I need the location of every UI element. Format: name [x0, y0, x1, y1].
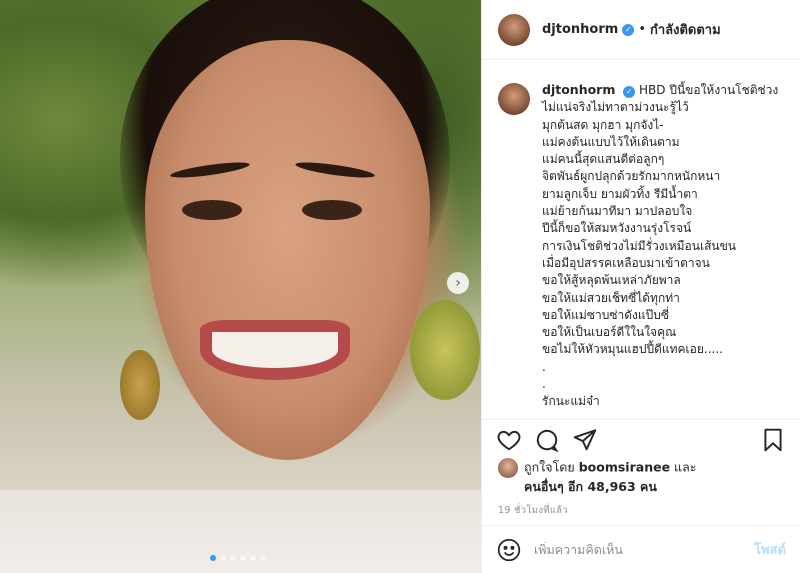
- caption-line: ปีนี้ก็ขอให้สมหวังงานรุ่งโรจน์: [542, 221, 692, 236]
- post-header: djtonhorm ✓ • กำลังติดตาม: [482, 0, 800, 60]
- action-bar: [482, 419, 800, 459]
- verified-badge-icon: ✓: [622, 23, 635, 36]
- caption-author-username[interactable]: djtonhorm: [542, 82, 615, 97]
- caption-line: .: [542, 359, 546, 374]
- post-side-panel: djtonhorm ✓ • กำลังติดตาม djtonhorm ✓ HB…: [481, 0, 800, 573]
- emoji-icon[interactable]: [496, 537, 522, 563]
- caption-line: .: [542, 377, 546, 392]
- header-separator: •: [638, 22, 646, 37]
- carousel-dot: [230, 555, 236, 561]
- likes-others-link[interactable]: คนอื่นๆ อีก 48,963 คน: [498, 478, 788, 495]
- caption-line: มุกต้นสด มุกฮา มุกจังไ-: [542, 117, 664, 132]
- caption-line: เมื่อมีอุปสรรคเหลือบมาเข้าตาจน: [542, 255, 710, 270]
- photo-face: [145, 40, 430, 460]
- caption-line: ขอให้เป็นเบอร์ดีใในใจคุณ: [542, 325, 677, 340]
- photo-earring-left: [120, 350, 160, 420]
- author-username[interactable]: djtonhorm: [542, 22, 618, 37]
- heart-icon[interactable]: [496, 427, 522, 453]
- photo-eye-right: [302, 200, 362, 220]
- carousel-dot: [240, 555, 246, 561]
- caption-line: ขอให้แม่ซาบซ่าดังแป๊บซี่: [542, 307, 669, 322]
- caption-area: djtonhorm ✓ HBD ปีนี้ขอให้งานโชติช่วง ไม…: [482, 61, 800, 418]
- comment-box: โพสต์: [482, 525, 800, 573]
- comment-input[interactable]: [534, 542, 755, 557]
- likes-prefix: ถูกใจโดย: [524, 459, 575, 475]
- caption-text: djtonhorm ✓ HBD ปีนี้ขอให้งานโชติช่วง ไม…: [542, 81, 778, 418]
- photo-earring-right: [410, 300, 480, 400]
- bookmark-icon[interactable]: [760, 427, 786, 453]
- caption-line: ยามลูกเจ็บ ยามผัวทิ้ง รีมีน้ำตา: [542, 186, 698, 201]
- caption-line: จิตพันธ์ผูกปลุกด้วยรักมากหนักหนา: [542, 169, 721, 184]
- carousel-dots: [210, 555, 266, 561]
- caption-line: แม่คงต้นแบบไว้ให้เดินตาม: [542, 134, 680, 149]
- photo-smile: [200, 320, 350, 380]
- caption-line: ขอให้สู้หลุดพ้นเหล่าภัยพาล: [542, 273, 681, 288]
- author-avatar[interactable]: [498, 13, 530, 46]
- chevron-right-icon: ›: [455, 275, 461, 291]
- caption-line: ขอไม่ให้หัวหมุนแฮปปี้ดีแทคเอย.....: [542, 342, 723, 357]
- caption-first-line: djtonhorm ✓ HBD ปีนี้ขอให้งานโชติช่วง: [542, 81, 778, 99]
- caption-line: การเงินโชติช่วงไม่มีรั่วงเหมือนเส้นขน: [542, 238, 737, 253]
- caption-line: ขอให้แม่สวยเช็ทซี่ได้ทุกท่า: [542, 290, 680, 305]
- liked-by-username[interactable]: boomsiranee: [579, 460, 670, 475]
- carousel-dot: [210, 555, 216, 561]
- post-image[interactable]: ›: [0, 0, 481, 573]
- caption-line: ไม่แน่จริงไม่ทาตาม่วงนะรู้ไว้: [542, 100, 689, 115]
- carousel-dot: [260, 555, 266, 561]
- caption-line: รักนะแม่จ๋า: [542, 394, 600, 409]
- post-comment-button[interactable]: โพสต์: [754, 539, 786, 560]
- verified-badge-icon: ✓: [623, 85, 636, 98]
- carousel-next-button[interactable]: ›: [447, 272, 469, 294]
- caption-line: HBD ปีนี้ขอให้งานโชติช่วง: [639, 83, 779, 97]
- likes-and: และ: [674, 459, 697, 475]
- follow-status-button[interactable]: กำลังติดตาม: [650, 19, 721, 40]
- likes-summary: ถูกใจโดย boomsiranee และ คนอื่นๆ อีก 48,…: [498, 458, 788, 495]
- post-timestamp[interactable]: 19 ชั่วโมงที่แล้ว: [498, 503, 568, 518]
- liker-avatar[interactable]: [498, 458, 518, 478]
- share-icon[interactable]: [572, 427, 598, 453]
- comment-icon[interactable]: [534, 427, 560, 453]
- carousel-dot: [250, 555, 256, 561]
- carousel-dot: [220, 555, 226, 561]
- caption-line: แม่ย้ายก้นมาทีมา มาปลอบใจ: [542, 204, 693, 219]
- photo-eye-left: [182, 200, 242, 220]
- caption-line: แม่คนนี้สุดแสนดีต่อลูกๆ: [542, 152, 665, 167]
- caption-author-avatar[interactable]: [498, 83, 530, 115]
